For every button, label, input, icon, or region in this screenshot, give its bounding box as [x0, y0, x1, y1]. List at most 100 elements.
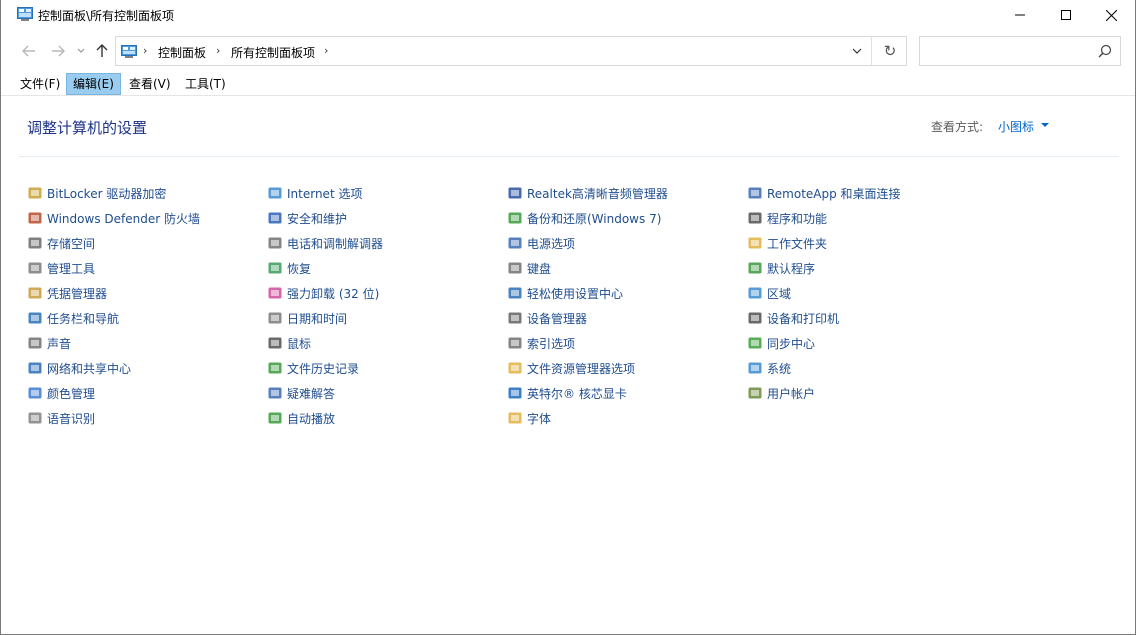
arrow-left-icon	[22, 45, 35, 57]
control-panel-item[interactable]: 用户帐户	[747, 383, 815, 403]
control-panel-item-label: 用户帐户	[767, 386, 816, 401]
view-by-dropdown[interactable]: 小图标	[998, 118, 1034, 135]
remoteapp-icon	[748, 187, 762, 199]
control-panel-item[interactable]: 程序和功能	[747, 208, 827, 228]
address-bar[interactable]: › 控制面板 › 所有控制面板项 › ↻	[115, 36, 907, 66]
control-panel-icon	[17, 7, 33, 21]
control-panel-item[interactable]: 索引选项	[507, 333, 575, 353]
refresh-button[interactable]: ↻	[876, 37, 904, 65]
control-panel-item[interactable]: 系统	[747, 358, 791, 378]
control-panel-item[interactable]: 恢复	[267, 258, 311, 278]
control-panel-item[interactable]: 文件资源管理器选项	[507, 358, 635, 378]
bitlocker-icon	[28, 187, 42, 199]
control-panel-item[interactable]: 区域	[747, 283, 791, 303]
autoplay-icon	[268, 412, 282, 424]
control-panel-item[interactable]: 电源选项	[507, 233, 575, 253]
menu-edit[interactable]: 编辑(E)	[66, 73, 121, 95]
view-by-label: 查看方式:	[931, 120, 984, 134]
control-panel-item[interactable]: 轻松使用设置中心	[507, 283, 623, 303]
control-panel-item[interactable]: 网络和共享中心	[27, 358, 131, 378]
control-panel-item-label: RemoteApp 和桌面连接	[767, 186, 901, 201]
default-programs-icon	[748, 262, 762, 274]
arrow-right-icon	[52, 45, 65, 57]
control-panel-item[interactable]: Windows Defender 防火墙	[27, 208, 200, 228]
arrow-up-icon	[96, 44, 108, 57]
control-panel-item-label: BitLocker 驱动器加密	[47, 186, 167, 201]
menu-view[interactable]: 查看(V)	[123, 73, 177, 95]
control-panel-item-label: 设备和打印机	[767, 311, 840, 326]
control-panel-item[interactable]: 存储空间	[27, 233, 95, 253]
control-panel-item-label: 自动播放	[287, 411, 336, 426]
control-panel-item[interactable]: 同步中心	[747, 333, 815, 353]
region-icon	[748, 287, 762, 299]
chevron-down-icon	[852, 48, 862, 54]
control-panel-item[interactable]: 设备和打印机	[747, 308, 839, 328]
menu-file[interactable]: 文件(F)	[14, 73, 66, 95]
breadcrumb-control-panel[interactable]: 控制面板	[158, 44, 206, 61]
control-panel-item-label: 文件资源管理器选项	[527, 361, 636, 376]
admin-tools-icon	[28, 262, 42, 274]
forward-button[interactable]	[47, 40, 69, 62]
control-panel-item[interactable]: RemoteApp 和桌面连接	[747, 183, 901, 203]
control-panel-item-label: 语音识别	[47, 411, 96, 426]
breadcrumb-all-items[interactable]: 所有控制面板项	[231, 44, 315, 61]
control-panel-item[interactable]: 疑难解答	[267, 383, 335, 403]
uninstall-icon	[268, 287, 282, 299]
maximize-icon	[1061, 10, 1071, 20]
control-panel-item[interactable]: 颜色管理	[27, 383, 95, 403]
search-input[interactable]	[919, 36, 1121, 66]
control-panel-item[interactable]: 自动播放	[267, 408, 335, 428]
control-panel-item[interactable]: 鼠标	[267, 333, 311, 353]
control-panel-item[interactable]: 备份和还原(Windows 7)	[507, 208, 661, 228]
maximize-button[interactable]	[1043, 0, 1089, 30]
menu-bar: 文件(F) 编辑(E) 查看(V) 工具(T)	[1, 72, 1135, 96]
control-panel-item[interactable]: 日期和时间	[267, 308, 347, 328]
control-panel-item[interactable]: 任务栏和导航	[27, 308, 119, 328]
phone-modem-icon	[268, 237, 282, 249]
control-panel-item[interactable]: 英特尔® 核芯显卡	[507, 383, 627, 403]
control-panel-item[interactable]: 声音	[27, 333, 71, 353]
keyboard-icon	[508, 262, 522, 274]
control-panel-item[interactable]: 安全和维护	[267, 208, 347, 228]
mouse-icon	[268, 337, 282, 349]
control-panel-item-label: 设备管理器	[527, 311, 588, 326]
control-panel-item[interactable]: 语音识别	[27, 408, 95, 428]
font-icon	[508, 412, 522, 424]
control-panel-item[interactable]: 键盘	[507, 258, 551, 278]
back-button[interactable]	[18, 40, 40, 62]
minimize-icon	[1015, 14, 1025, 16]
control-panel-item-label: Windows Defender 防火墙	[47, 211, 200, 226]
control-panel-item[interactable]: BitLocker 驱动器加密	[27, 183, 166, 203]
close-button[interactable]	[1088, 0, 1134, 30]
up-button[interactable]	[91, 40, 113, 62]
control-panel-item[interactable]: 默认程序	[747, 258, 815, 278]
control-panel-item[interactable]: 设备管理器	[507, 308, 587, 328]
control-panel-item[interactable]: 工作文件夹	[747, 233, 827, 253]
view-by-caret-icon[interactable]	[1041, 123, 1049, 127]
control-panel-item-label: 强力卸载 (32 位)	[287, 286, 380, 301]
address-dropdown-button[interactable]	[845, 37, 869, 65]
device-manager-icon	[508, 312, 522, 324]
control-panel-item[interactable]: 凭据管理器	[27, 283, 107, 303]
control-panel-item[interactable]: 文件历史记录	[267, 358, 359, 378]
minimize-button[interactable]	[997, 0, 1043, 30]
flag-icon	[268, 212, 282, 224]
control-panel-item[interactable]: 电话和调制解调器	[267, 233, 383, 253]
control-panel-item[interactable]: 强力卸载 (32 位)	[267, 283, 379, 303]
close-icon	[1105, 9, 1117, 21]
breadcrumb-separator[interactable]: ›	[143, 44, 147, 57]
control-panel-item[interactable]: Realtek高清晰音频管理器	[507, 183, 668, 203]
control-panel-item-label: 字体	[527, 411, 552, 426]
network-icon	[28, 362, 42, 374]
breadcrumb-separator[interactable]: ›	[324, 44, 328, 57]
control-panel-item[interactable]: Internet 选项	[267, 183, 362, 203]
chevron-down-icon	[77, 48, 85, 53]
control-panel-item-label: 存储空间	[47, 236, 96, 251]
control-panel-item-label: 轻松使用设置中心	[527, 286, 624, 301]
breadcrumb-separator[interactable]: ›	[216, 44, 220, 57]
title-bar[interactable]: 控制面板\所有控制面板项	[1, 0, 1135, 30]
control-panel-item[interactable]: 管理工具	[27, 258, 95, 278]
recent-locations-button[interactable]	[76, 46, 86, 56]
control-panel-item[interactable]: 字体	[507, 408, 551, 428]
menu-tools[interactable]: 工具(T)	[179, 73, 232, 95]
